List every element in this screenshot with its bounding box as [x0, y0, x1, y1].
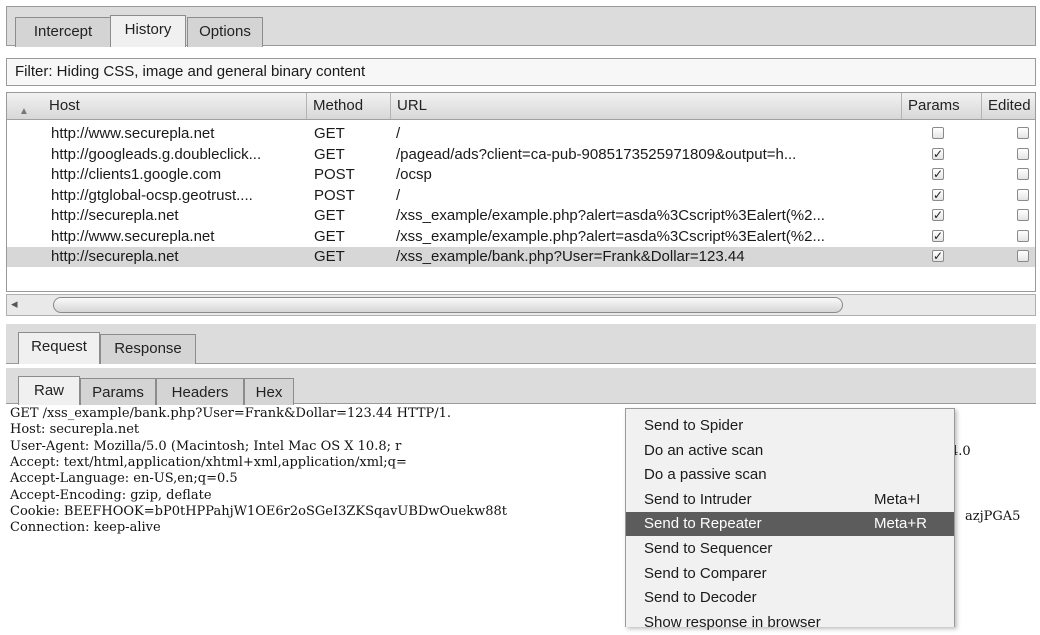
- cell-url: /xss_example/bank.php?User=Frank&Dollar=…: [396, 248, 745, 265]
- menu-item-label: Send to Sequencer: [644, 540, 773, 557]
- edited-checkbox[interactable]: [1017, 127, 1029, 139]
- params-checkbox[interactable]: ✓: [932, 250, 944, 262]
- cell-url: /xss_example/example.php?alert=asda%3Csc…: [396, 207, 825, 224]
- cell-method: GET: [314, 248, 345, 265]
- tab-params[interactable]: Params: [80, 378, 156, 408]
- scrollbar-thumb[interactable]: [53, 297, 843, 313]
- menu-item[interactable]: Do a passive scan: [626, 463, 954, 487]
- horizontal-scrollbar[interactable]: ◂: [6, 294, 1036, 316]
- params-checkbox[interactable]: ✓: [932, 147, 944, 160]
- edited-checkbox[interactable]: [1017, 168, 1029, 180]
- cell-method: POST: [314, 166, 355, 183]
- params-checkbox[interactable]: ✓: [932, 209, 944, 221]
- cell-host: http://securepla.net: [51, 207, 179, 224]
- request-line: Accept-Encoding: gzip, deflate: [10, 487, 212, 503]
- sort-ascending-icon: ▲: [19, 106, 29, 117]
- cell-url: /xss_example/example.php?alert=asda%3Csc…: [396, 227, 825, 245]
- scroll-left-icon[interactable]: ◂: [11, 296, 18, 312]
- tab-hex[interactable]: Hex: [244, 378, 294, 408]
- cell-method: GET: [314, 145, 345, 163]
- menu-item-label: Do a passive scan: [644, 466, 767, 484]
- table-row[interactable]: http://googleads.g.doubleclick... GET/pag…: [7, 145, 1035, 165]
- request-line: Accept: text/html,application/xhtml+xml,…: [10, 454, 407, 470]
- menu-item[interactable]: Send to Repeater Meta+R: [626, 512, 954, 537]
- cell-method: GET: [314, 227, 345, 245]
- cell-host: http://clients1.google.com: [51, 166, 222, 183]
- menu-item[interactable]: Show response in browser: [626, 611, 954, 635]
- menu-item-shortcut: Meta+I: [874, 490, 921, 508]
- table-row[interactable]: http://clients1.google.com POST/ocsp ✓: [7, 165, 1035, 185]
- menu-item[interactable]: Send to Comparer: [626, 562, 954, 586]
- cell-host: http://securepla.net: [51, 248, 179, 265]
- cell-method: GET: [314, 125, 345, 142]
- request-text-overflow: azjPGA5: [965, 509, 1021, 524]
- menu-item[interactable]: Send to Spider: [626, 414, 954, 438]
- menu-item-shortcut: Meta+R: [874, 515, 927, 533]
- request-line: User-Agent: Mozilla/5.0 (Macintosh; Inte…: [10, 438, 402, 454]
- view-tab-bar: Raw Params Headers Hex: [6, 368, 1036, 408]
- cell-url: /pagead/ads?client=ca-pub-90851735259718…: [396, 145, 797, 163]
- menu-item-label: Send to Intruder: [644, 490, 752, 508]
- tab-headers[interactable]: Headers: [156, 378, 244, 408]
- params-checkbox[interactable]: ✓: [932, 168, 944, 180]
- filter-bar[interactable]: Filter: Hiding CSS, image and general bi…: [6, 58, 1036, 86]
- column-header-url[interactable]: URL: [391, 93, 902, 119]
- edited-checkbox[interactable]: [1017, 188, 1029, 201]
- menu-item-label: Send to Comparer: [644, 564, 767, 582]
- tab-raw[interactable]: Raw: [18, 376, 80, 408]
- cell-url: /: [396, 125, 401, 142]
- tab-intercept[interactable]: Intercept: [15, 17, 111, 47]
- context-menu: Send to Spider Do an active scan Do a pass…: [625, 408, 955, 631]
- cell-method: POST: [314, 186, 355, 204]
- tab-response[interactable]: Response: [100, 334, 196, 364]
- menu-item-label: Send to Decoder: [644, 589, 757, 607]
- menu-item[interactable]: Do an active scan: [626, 439, 954, 463]
- tab-options[interactable]: Options: [187, 17, 263, 47]
- edited-checkbox[interactable]: [1017, 229, 1029, 242]
- table-row[interactable]: http://gtglobal-ocsp.geotrust.... POST / ✓: [7, 186, 1035, 206]
- table-row[interactable]: http://www.securepla.net GET /: [7, 124, 1035, 144]
- cell-host: http://gtglobal-ocsp.geotrust....: [51, 186, 253, 204]
- cell-url: /: [396, 186, 401, 204]
- tab-history[interactable]: History: [110, 15, 186, 47]
- request-line: Connection: keep-alive: [10, 520, 161, 536]
- params-checkbox[interactable]: ✓: [932, 188, 944, 201]
- menu-item-label: Do an active scan: [644, 441, 764, 459]
- history-table: ▲ Host Method URL Params Edited http://w…: [6, 92, 1036, 292]
- request-line: Accept-Language: en-US,en;q=0.5: [10, 471, 238, 487]
- request-line: GET /xss_example/bank.php?User=Frank&Dol…: [10, 406, 452, 421]
- tab-request[interactable]: Request: [18, 332, 100, 364]
- menu-item-label: Send to Repeater: [644, 515, 762, 533]
- request-line: Cookie: BEEFHOOK=bP0tHPPahjW1OE6r2oSGeI3…: [10, 503, 507, 519]
- menu-item[interactable]: Send to Intruder Meta+I: [626, 488, 954, 512]
- cell-host: http://www.securepla.net: [51, 125, 215, 142]
- column-header-params[interactable]: Params: [902, 93, 982, 119]
- edited-checkbox[interactable]: [1017, 250, 1029, 262]
- column-header-edited[interactable]: Edited: [982, 93, 1035, 119]
- menu-item-label: Send to Spider: [644, 417, 744, 434]
- column-header-method[interactable]: Method: [307, 93, 391, 119]
- edited-checkbox[interactable]: [1017, 147, 1029, 160]
- table-row[interactable]: http://securepla.net GET/xss_example/exam…: [7, 206, 1035, 226]
- request-line: Host: securepla.net: [10, 422, 140, 438]
- params-checkbox[interactable]: ✓: [932, 229, 944, 242]
- cell-method: GET: [314, 207, 345, 224]
- cell-url: /ocsp: [396, 166, 432, 183]
- cell-host: http://www.securepla.net: [51, 227, 215, 245]
- column-header-host[interactable]: ▲ Host: [7, 93, 307, 119]
- cell-host: http://googleads.g.doubleclick...: [51, 145, 262, 163]
- message-tab-bar: Request Response: [6, 324, 1036, 364]
- menu-item-label: Show response in browser: [644, 613, 821, 631]
- proxy-tab-bar: Intercept History Options: [6, 6, 1036, 47]
- table-row[interactable]: http://www.securepla.net GET/xss_example/…: [7, 227, 1035, 247]
- params-checkbox[interactable]: [932, 127, 944, 139]
- table-row[interactable]: http://securepla.net GET/xss_example/bank…: [7, 247, 1035, 267]
- edited-checkbox[interactable]: [1017, 209, 1029, 221]
- table-header: ▲ Host Method URL Params Edited: [7, 93, 1035, 120]
- menu-item[interactable]: Send to Decoder: [626, 586, 954, 610]
- menu-item[interactable]: Send to Sequencer: [626, 537, 954, 561]
